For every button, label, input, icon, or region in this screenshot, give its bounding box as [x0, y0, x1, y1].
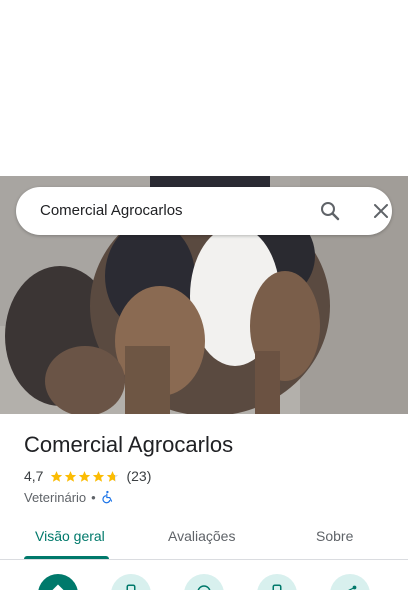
- category-row: Veterinário •: [24, 488, 115, 506]
- star-icon: [51, 470, 63, 482]
- rating-value: 4,7: [24, 468, 44, 484]
- phone-button[interactable]: [257, 574, 297, 590]
- share-button[interactable]: [330, 574, 370, 590]
- star-icon: [65, 470, 77, 482]
- star-icon: [79, 470, 91, 482]
- close-icon[interactable]: [369, 199, 393, 223]
- rating-row[interactable]: 4,7 (23): [24, 467, 151, 485]
- place-tabs: Visão geral Avaliações Sobre: [0, 516, 408, 560]
- phone-icon: [272, 584, 282, 590]
- tab-reviews[interactable]: Avaliações: [168, 528, 235, 544]
- action-buttons-row: [0, 560, 408, 590]
- star-half-icon: [107, 470, 119, 482]
- call-button[interactable]: [111, 574, 151, 590]
- star-rating: [50, 470, 120, 483]
- save-icon: [197, 585, 211, 590]
- tab-about[interactable]: Sobre: [316, 528, 353, 544]
- top-blank-area: [0, 0, 408, 176]
- save-button[interactable]: [184, 574, 224, 590]
- search-icon[interactable]: [318, 199, 342, 223]
- active-tab-indicator: [24, 556, 109, 559]
- place-title: Comercial Agrocarlos: [24, 432, 234, 457]
- tab-overview[interactable]: Visão geral: [35, 528, 105, 544]
- star-icon: [93, 470, 105, 482]
- wheelchair-icon: [102, 490, 112, 504]
- place-category: Veterinário: [24, 489, 87, 505]
- separator-dot: •: [91, 489, 96, 505]
- search-bar[interactable]: Comercial Agrocarlos: [16, 187, 392, 235]
- review-count[interactable]: (23): [126, 468, 151, 484]
- phone-icon: [126, 584, 136, 590]
- search-query-text[interactable]: Comercial Agrocarlos: [40, 202, 183, 219]
- directions-button[interactable]: [38, 574, 78, 590]
- share-icon: [348, 585, 357, 590]
- directions-icon: [52, 584, 64, 590]
